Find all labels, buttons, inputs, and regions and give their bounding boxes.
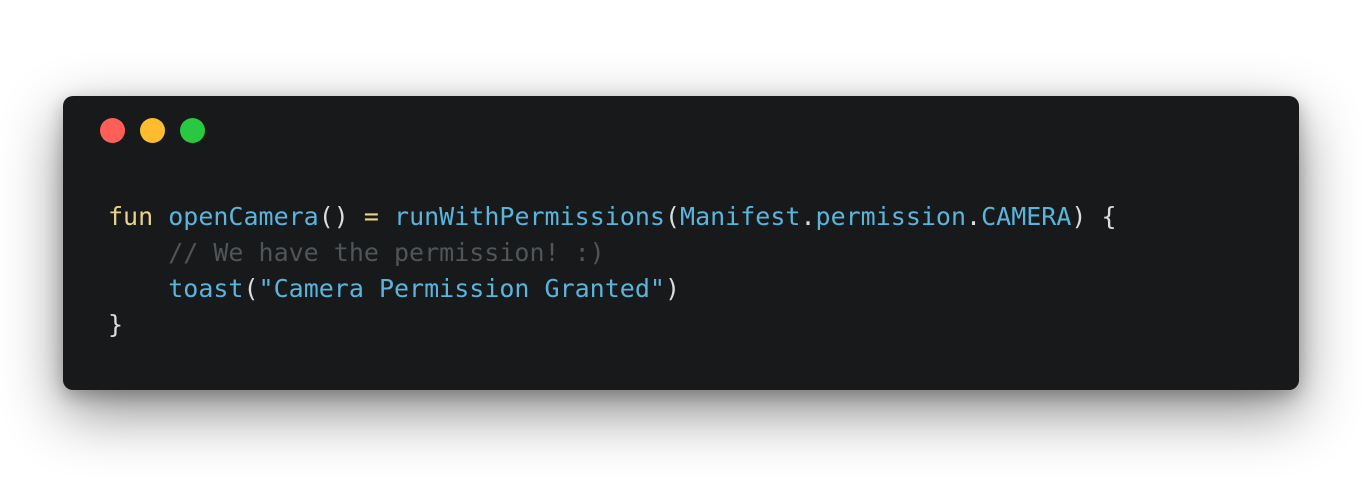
close-brace: } bbox=[108, 310, 124, 339]
open-paren: ( bbox=[243, 274, 259, 303]
code-line-4: } bbox=[108, 307, 1117, 343]
code-line-1: fun openCamera() = runWithPermissions(Ma… bbox=[108, 199, 1117, 235]
camera-identifier: CAMERA bbox=[981, 202, 1072, 231]
function-name: openCamera bbox=[168, 202, 319, 231]
parens: () bbox=[318, 202, 349, 231]
code-comment: // We have the permission! :) bbox=[168, 238, 605, 267]
zoom-window-button[interactable] bbox=[180, 118, 205, 143]
close-paren: ) bbox=[1071, 202, 1087, 231]
permission-identifier: permission bbox=[815, 202, 967, 231]
minimize-window-button[interactable] bbox=[140, 118, 165, 143]
string-literal: "Camera Permission Granted" bbox=[258, 274, 665, 303]
code-line-2: // We have the permission! :) bbox=[108, 235, 1117, 271]
open-brace: { bbox=[1101, 202, 1117, 231]
close-window-button[interactable] bbox=[100, 118, 125, 143]
close-paren: ) bbox=[664, 274, 680, 303]
code-window: fun openCamera() = runWithPermissions(Ma… bbox=[63, 96, 1299, 390]
dot: . bbox=[800, 202, 816, 231]
dot: . bbox=[966, 202, 982, 231]
code-line-3: toast("Camera Permission Granted") bbox=[108, 271, 1117, 307]
call-name: runWithPermissions bbox=[394, 202, 665, 231]
open-paren: ( bbox=[664, 202, 681, 231]
equals-operator: = bbox=[363, 202, 379, 231]
keyword-fun: fun bbox=[108, 202, 154, 231]
code-block: fun openCamera() = runWithPermissions(Ma… bbox=[108, 199, 1117, 343]
toast-call: toast bbox=[168, 274, 244, 303]
manifest-identifier: Manifest bbox=[680, 202, 801, 231]
